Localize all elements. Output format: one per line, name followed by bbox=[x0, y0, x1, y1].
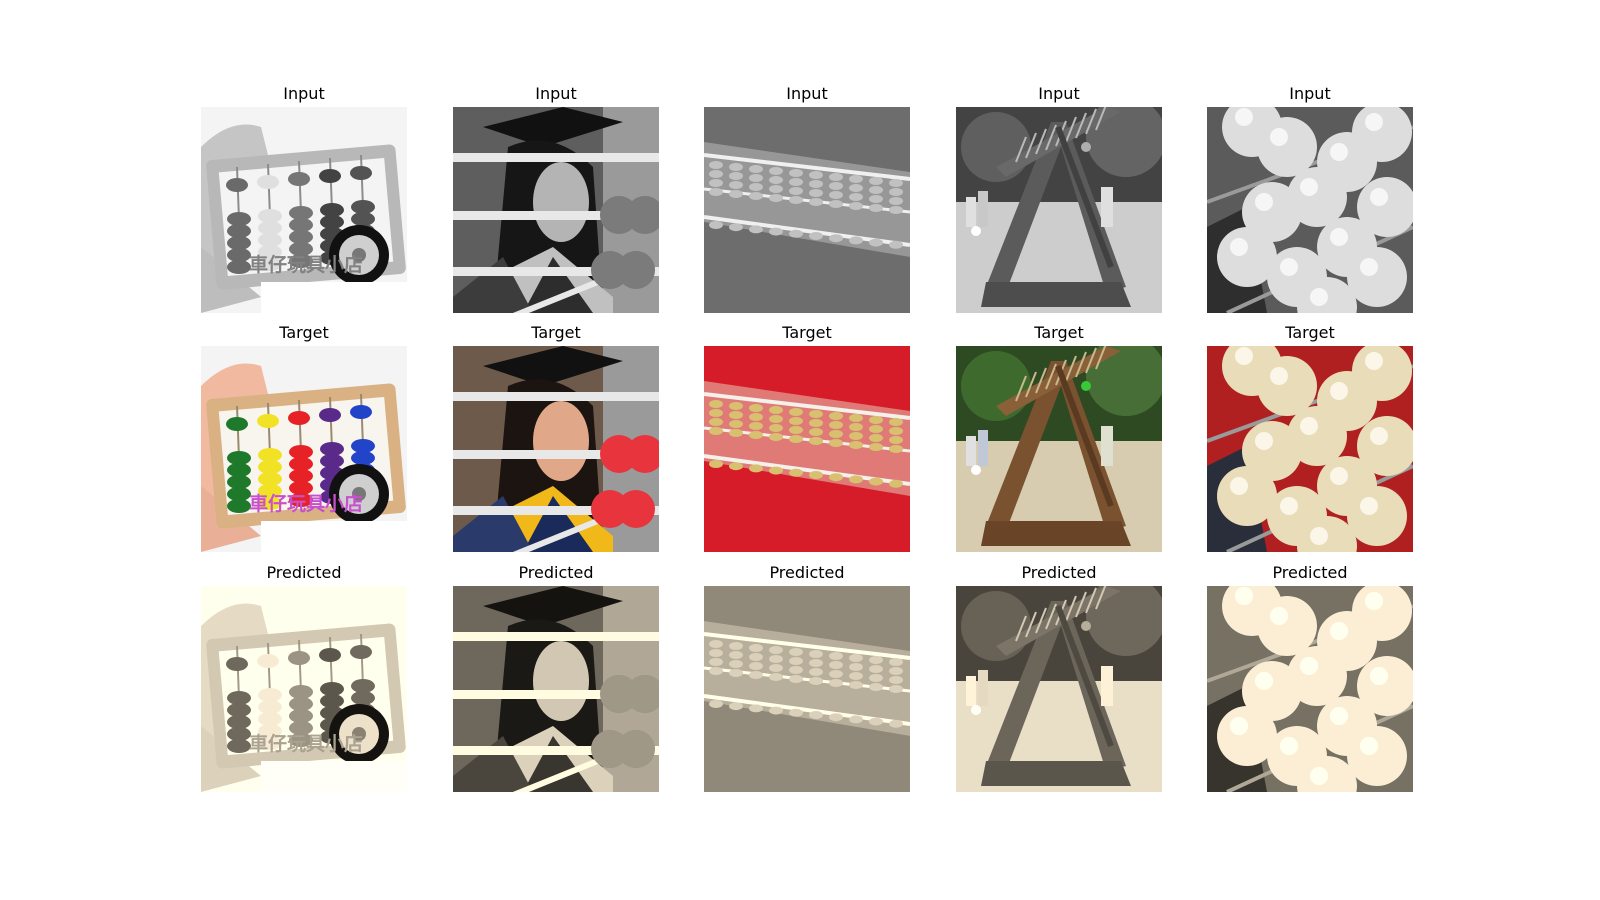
panel-title: Target bbox=[1034, 323, 1084, 342]
beads-closeup-image bbox=[1207, 107, 1413, 313]
panel-title: Target bbox=[782, 323, 832, 342]
panel-title: Input bbox=[786, 84, 828, 103]
svg-text:車仔玩具小店: 車仔玩具小店 bbox=[249, 492, 363, 515]
glass-abacus-image bbox=[704, 586, 910, 792]
graduate-abacus-image bbox=[453, 346, 659, 552]
figure-grid: Input 車仔玩具小店 Input Input Input Input Target 車仔玩… bbox=[0, 0, 1600, 900]
panel-title: Target bbox=[279, 323, 329, 342]
panel-title: Predicted bbox=[1272, 563, 1348, 582]
panel-title: Input bbox=[1289, 84, 1331, 103]
graduate-abacus-image bbox=[453, 107, 659, 313]
beads-closeup-image bbox=[1207, 346, 1413, 552]
svg-text:車仔玩具小店: 車仔玩具小店 bbox=[249, 732, 363, 755]
playground-abacus-image bbox=[956, 107, 1162, 313]
toy-abacus-image: 車仔玩具小店 bbox=[201, 346, 407, 552]
panel-title: Predicted bbox=[518, 563, 594, 582]
playground-abacus-image bbox=[956, 346, 1162, 552]
panel-title: Predicted bbox=[769, 563, 845, 582]
panel-title: Input bbox=[283, 84, 325, 103]
beads-closeup-image bbox=[1207, 586, 1413, 792]
panel-title: Input bbox=[535, 84, 577, 103]
panel-title: Predicted bbox=[266, 563, 342, 582]
glass-abacus-image bbox=[704, 107, 910, 313]
panel-title: Input bbox=[1038, 84, 1080, 103]
panel-title: Target bbox=[1285, 323, 1335, 342]
playground-abacus-image bbox=[956, 586, 1162, 792]
toy-abacus-image: 車仔玩具小店 bbox=[201, 586, 407, 792]
toy-abacus-image: 車仔玩具小店 bbox=[201, 107, 407, 313]
glass-abacus-image bbox=[704, 346, 910, 552]
panel-title: Predicted bbox=[1021, 563, 1097, 582]
svg-text:車仔玩具小店: 車仔玩具小店 bbox=[249, 253, 363, 276]
panel-title: Target bbox=[531, 323, 581, 342]
graduate-abacus-image bbox=[453, 586, 659, 792]
